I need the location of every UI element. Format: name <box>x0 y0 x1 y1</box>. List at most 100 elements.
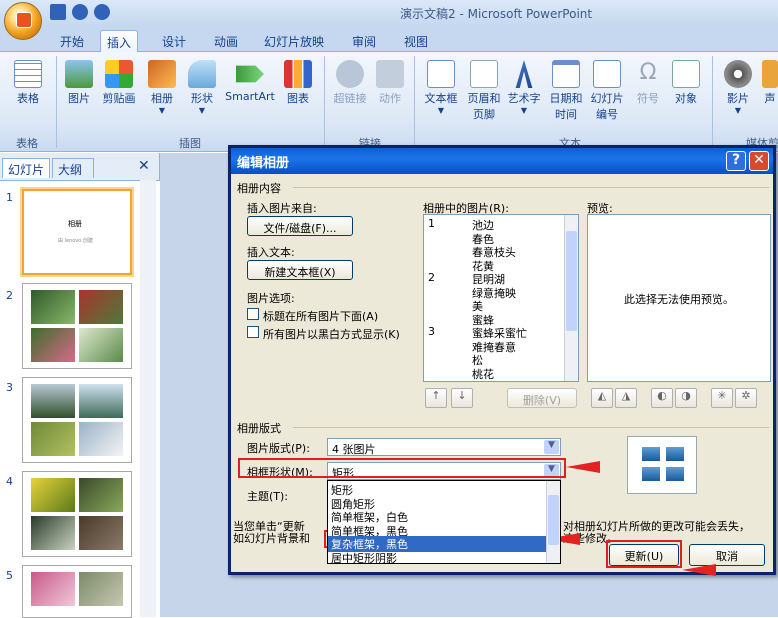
textbox-button[interactable]: 文本框 ▼ <box>420 60 462 115</box>
sound-button[interactable]: 声 <box>762 60 778 106</box>
brightness-down-icon[interactable]: ✲ <box>735 388 757 408</box>
insert-text-label: 插入文本: <box>247 246 295 259</box>
tab-slideshow[interactable]: 幻灯片放映 <box>258 30 330 52</box>
photo-thumbnail <box>31 328 75 362</box>
photo-thumbnail <box>31 572 75 606</box>
clipart-button[interactable]: 剪贴画 <box>98 60 140 106</box>
wordart-icon <box>515 60 533 88</box>
contrast-up-icon[interactable]: ◐ <box>651 388 673 408</box>
rotate-left-icon[interactable]: ◭ <box>591 388 613 408</box>
ribbon-tabs: 开始 插入 设计 动画 幻灯片放映 审阅 视图 <box>0 26 778 52</box>
shapes-button[interactable]: 形状 ▼ <box>184 60 220 115</box>
tab-animation[interactable]: 动画 <box>208 30 244 52</box>
slide-thumbnail-2[interactable] <box>22 283 132 369</box>
photo-thumbnail <box>31 384 75 418</box>
tab-review[interactable]: 审阅 <box>346 30 382 52</box>
chevron-down-icon: ▼ <box>544 440 559 454</box>
photo-thumbnail <box>31 516 75 550</box>
new-textbox-button[interactable]: 新建文本框(X) <box>247 260 353 280</box>
pictures-listbox[interactable]: 1 池边 春色 春意枝头 花黄 2 昆明湖 绿意掩映美蜜蜂 3 蜜蜂采蜜忙 难掩春意松桃花 <box>423 214 579 382</box>
picture-icon <box>65 60 93 88</box>
photo-album-button[interactable]: 相册 ▼ <box>142 60 182 115</box>
object-button[interactable]: 对象 <box>668 60 704 106</box>
thumbnails-scrollbar[interactable] <box>140 180 156 617</box>
rotate-right-icon[interactable]: ◮ <box>615 388 637 408</box>
annotation-arrow-1 <box>566 461 600 473</box>
photo-thumbnail <box>79 384 123 418</box>
quick-access-toolbar <box>50 4 110 22</box>
update-button-highlight <box>606 540 682 568</box>
action-button[interactable]: 动作 <box>372 60 408 106</box>
edit-album-dialog: 编辑相册 ? ✕ 相册内容 插入图片来自: 文件/磁盘(F)... 插入文本: … <box>228 145 776 575</box>
undo-icon[interactable] <box>72 4 88 20</box>
move-up-button[interactable]: ↑ <box>425 388 447 408</box>
frame-shape-dropdown[interactable]: 矩形 圆角矩形 简单框架，白色 简单框架，黑色 复杂框架，黑色 居中矩形阴影 <box>327 480 561 564</box>
header-footer-icon <box>470 60 498 88</box>
slide-thumbnails: 1 相册 由 lenovo 创建 2 3 4 5 <box>0 180 160 618</box>
office-logo-icon <box>16 12 32 28</box>
photo-thumbnail <box>79 572 123 606</box>
tab-insert[interactable]: 插入 <box>100 30 139 52</box>
slide-title: 相册 <box>68 220 82 228</box>
hyperlink-icon <box>336 60 364 88</box>
photo-thumbnail <box>31 290 75 324</box>
smartart-button[interactable]: SmartArt <box>222 60 278 103</box>
movie-button[interactable]: 影片 ▼ <box>718 60 758 115</box>
slide-number-icon <box>593 60 621 88</box>
remove-button[interactable]: 删除(V) <box>507 388 577 408</box>
redo-icon[interactable] <box>94 4 110 20</box>
help-icon[interactable]: ? <box>726 151 746 171</box>
clipart-icon <box>105 60 133 88</box>
group-tables: 表格 <box>16 137 38 150</box>
slide-thumbnail-3[interactable] <box>22 377 132 463</box>
symbol-button[interactable]: Ω 符号 <box>630 60 666 106</box>
wordart-button[interactable]: 艺术字 ▼ <box>504 60 544 115</box>
close-panel-icon[interactable]: ✕ <box>138 158 150 174</box>
bw-checkbox[interactable] <box>247 326 259 338</box>
insert-from-label: 插入图片来自: <box>247 202 317 215</box>
office-button[interactable] <box>4 2 42 40</box>
save-icon[interactable] <box>50 4 66 20</box>
group-illustrations: 插图 <box>179 137 201 150</box>
tab-home[interactable]: 开始 <box>54 30 90 52</box>
omega-icon: Ω <box>639 60 657 85</box>
dropdown-scrollbar[interactable] <box>546 481 560 563</box>
cancel-button[interactable]: 取消 <box>689 544 765 566</box>
caption-checkbox[interactable] <box>247 308 259 320</box>
close-icon[interactable]: ✕ <box>749 151 769 171</box>
tab-slides[interactable]: 幻灯片 <box>2 158 50 178</box>
slide-thumbnail-5[interactable] <box>22 565 132 618</box>
picture-layout-select[interactable]: 4 张图片 ▼ <box>327 438 561 456</box>
shapes-icon <box>188 60 216 88</box>
tab-view[interactable]: 视图 <box>398 30 434 52</box>
photo-thumbnail <box>79 290 123 324</box>
hyperlink-button[interactable]: 超链接 <box>330 60 370 106</box>
picture-button[interactable]: 图片 <box>62 60 96 106</box>
picture-list-item[interactable]: 桃花 <box>472 366 494 382</box>
file-disk-button[interactable]: 文件/磁盘(F)... <box>247 216 353 236</box>
photo-thumbnail <box>79 422 123 456</box>
object-icon <box>672 60 700 88</box>
picture-layout-label: 图片版式(P): <box>247 442 310 455</box>
slide-thumbnail-1[interactable]: 相册 由 lenovo 创建 <box>20 187 134 277</box>
photo-album-icon <box>148 60 176 88</box>
slide-thumbnail-4[interactable] <box>22 471 132 557</box>
date-time-button[interactable]: 日期和 时间 <box>546 60 586 122</box>
tab-outline[interactable]: 大纲 <box>52 158 94 178</box>
pictures-scrollbar[interactable] <box>564 215 578 381</box>
header-footer-button[interactable]: 页眉和 页脚 <box>464 60 504 122</box>
frame-option[interactable]: 居中矩形阴影 <box>328 550 546 564</box>
table-icon <box>14 60 42 88</box>
calendar-icon <box>552 60 580 88</box>
contrast-down-icon[interactable]: ◑ <box>675 388 697 408</box>
brightness-up-icon[interactable]: ✳ <box>711 388 733 408</box>
annotation-arrow-3 <box>682 564 716 576</box>
smartart-icon <box>236 65 264 83</box>
chart-button[interactable]: 图表 <box>280 60 316 106</box>
table-button[interactable]: 表格 <box>8 60 48 106</box>
title-bar: 演示文稿2 - Microsoft PowerPoint <box>0 0 778 26</box>
tab-design[interactable]: 设计 <box>156 30 192 52</box>
slide-number-button[interactable]: 幻灯片 编号 <box>586 60 628 122</box>
slide-number: 4 <box>6 475 13 488</box>
move-down-button[interactable]: ↓ <box>451 388 473 408</box>
